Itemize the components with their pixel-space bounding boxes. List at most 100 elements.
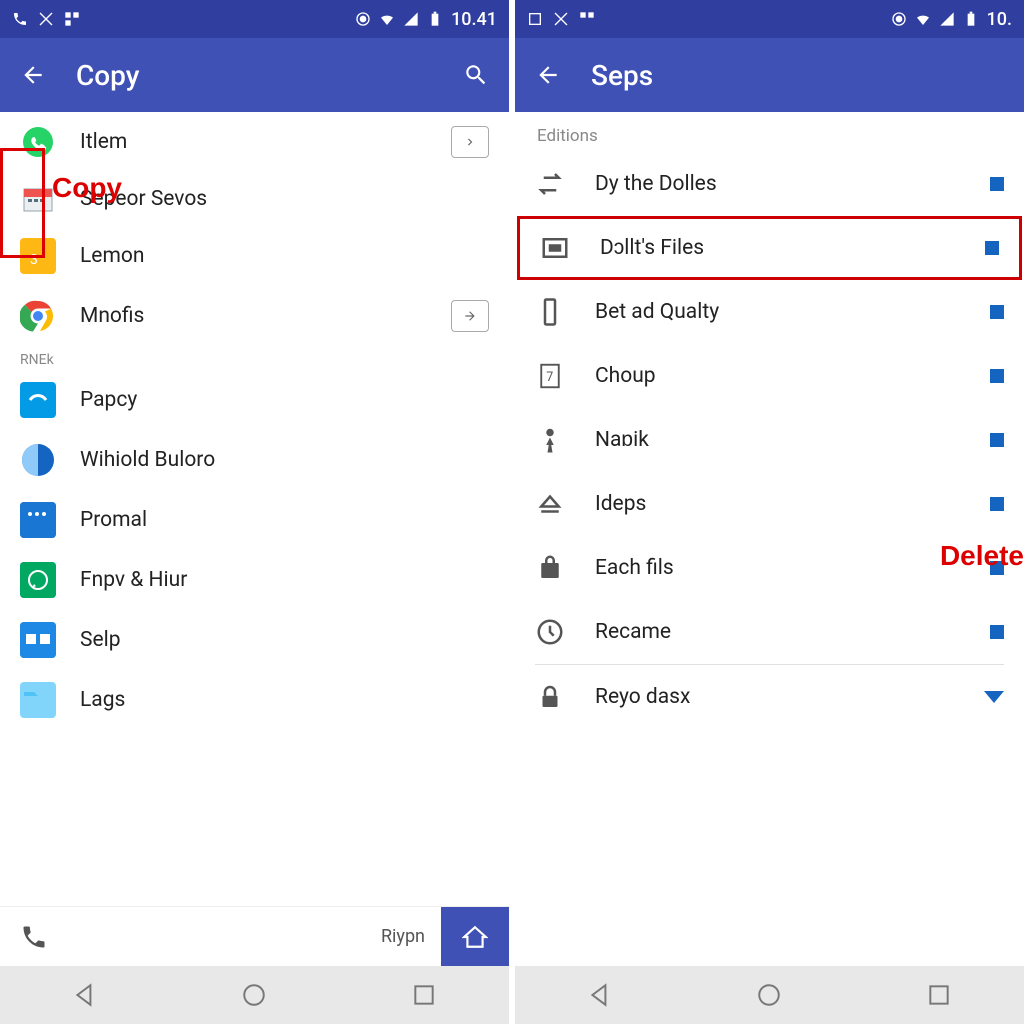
transfer-icon <box>535 169 565 199</box>
apps-icon <box>579 11 595 27</box>
list-item[interactable]: Sepeor Sevos <box>0 172 509 226</box>
search-icon[interactable] <box>463 62 489 88</box>
content-area: Itlem Sepeor Sevos 3 Lemon Mnofis RNEk P… <box>0 112 509 906</box>
back-icon[interactable] <box>535 62 561 88</box>
item-label: Lemon <box>80 244 144 268</box>
nav-recent-icon[interactable] <box>926 982 952 1008</box>
nav-bar <box>0 966 509 1024</box>
indicator-icon <box>990 369 1004 383</box>
list-item[interactable]: Ideps <box>515 472 1024 536</box>
content-area: Editions Dy the Dolles Dɔllt's Files Bet… <box>515 112 1024 966</box>
list-item[interactable]: 7 Choup <box>515 344 1024 408</box>
list-item[interactable]: Bet ad Qualty <box>515 280 1024 344</box>
item-label: Each fils <box>595 556 990 580</box>
list-item[interactable]: Fnpv & Hiur <box>0 550 509 610</box>
footer-text: Riypn <box>381 926 425 947</box>
chess-icon <box>535 425 565 455</box>
list-item[interactable]: Reyo dasx <box>515 665 1024 729</box>
list-item[interactable]: 3 Lemon <box>0 226 509 286</box>
svg-text:3: 3 <box>30 252 38 268</box>
apps-icon <box>64 11 80 27</box>
circle-icon <box>355 11 371 27</box>
nav-bar <box>515 966 1024 1024</box>
item-label: Lags <box>80 688 125 712</box>
indicator-icon <box>990 177 1004 191</box>
status-time: 10. <box>987 9 1012 30</box>
phone-small-icon <box>12 11 28 27</box>
wifi-icon <box>915 11 931 27</box>
item-label: Promal <box>80 508 147 532</box>
app-title: Seps <box>591 59 653 92</box>
item-label: Dɔllt's Files <box>600 236 985 260</box>
indicator-icon <box>990 305 1004 319</box>
item-label: Itlem <box>80 130 127 154</box>
arrow-right-icon[interactable] <box>451 300 489 332</box>
svg-text:7: 7 <box>546 370 553 385</box>
item-label: Sepeor Sevos <box>80 187 207 211</box>
square-icon <box>540 233 570 263</box>
split-circle-icon <box>20 442 56 478</box>
lock-icon <box>535 682 565 712</box>
section-header: Editions <box>515 112 1024 152</box>
section-header: RNEk <box>0 346 509 370</box>
item-label: Recame <box>595 620 990 644</box>
dropdown-icon[interactable] <box>984 691 1004 703</box>
folder-icon <box>20 682 56 718</box>
list-item[interactable]: Wihiold Buloro <box>0 430 509 490</box>
indicator-icon <box>985 241 999 255</box>
calendar-icon <box>20 181 56 217</box>
wifi-icon <box>379 11 395 27</box>
list-item[interactable]: Itlem <box>0 112 509 172</box>
list-item[interactable]: Each fils <box>515 536 1024 600</box>
list-item[interactable]: Lags <box>0 670 509 730</box>
footer-bar: Riypn <box>0 906 509 966</box>
yellow-folder-icon: 3 <box>20 238 56 274</box>
blue-app-icon <box>20 382 56 418</box>
item-label: Fnpv & Hiur <box>80 568 187 592</box>
blue-r-icon <box>20 622 56 658</box>
item-label: Naɒik <box>595 428 990 452</box>
nav-back-icon[interactable] <box>587 982 613 1008</box>
status-time: 10.41 <box>451 9 497 30</box>
eject-icon <box>535 489 565 519</box>
item-label: Papcy <box>80 388 137 412</box>
green-whatsapp-icon <box>20 562 56 598</box>
list-item[interactable]: Papcy <box>0 370 509 430</box>
nav-back-icon[interactable] <box>72 982 98 1008</box>
num7-icon: 7 <box>535 361 565 391</box>
list-item[interactable]: Recame <box>515 600 1024 664</box>
list-item-highlighted[interactable]: Dɔllt's Files <box>517 216 1022 280</box>
app-bar: Copy <box>0 38 509 112</box>
list-item[interactable]: Mnofis <box>0 286 509 346</box>
list-item[interactable]: Promal <box>0 490 509 550</box>
indicator-icon <box>990 625 1004 639</box>
circle-icon <box>891 11 907 27</box>
indicator-icon <box>990 433 1004 447</box>
nav-recent-icon[interactable] <box>411 982 437 1008</box>
list-item[interactable]: Dy the Dolles <box>515 152 1024 216</box>
status-bar: 10. <box>515 0 1024 38</box>
back-icon[interactable] <box>20 62 46 88</box>
whatsapp-icon <box>20 124 56 160</box>
scissors-icon <box>553 11 569 27</box>
phone-icon[interactable] <box>20 923 48 951</box>
battery-icon <box>427 11 443 27</box>
signal-icon <box>403 11 419 27</box>
item-label: Bet ad Qualty <box>595 300 990 324</box>
list-item[interactable]: Naɒik <box>515 408 1024 472</box>
bag-icon <box>535 553 565 583</box>
item-label: Selp <box>80 628 121 652</box>
item-label: Mnofis <box>80 304 144 328</box>
app-bar: Seps <box>515 38 1024 112</box>
list-item[interactable]: Selp <box>0 610 509 670</box>
item-label: Choup <box>595 364 990 388</box>
signal-icon <box>939 11 955 27</box>
phone-rect-icon <box>535 297 565 327</box>
square-small-icon <box>527 11 543 27</box>
indicator-icon <box>990 561 1004 575</box>
chevron-right-icon[interactable] <box>451 126 489 158</box>
home-button[interactable] <box>441 907 509 967</box>
item-label: Wihiold Buloro <box>80 448 215 472</box>
nav-home-icon[interactable] <box>241 982 267 1008</box>
nav-home-icon[interactable] <box>756 982 782 1008</box>
